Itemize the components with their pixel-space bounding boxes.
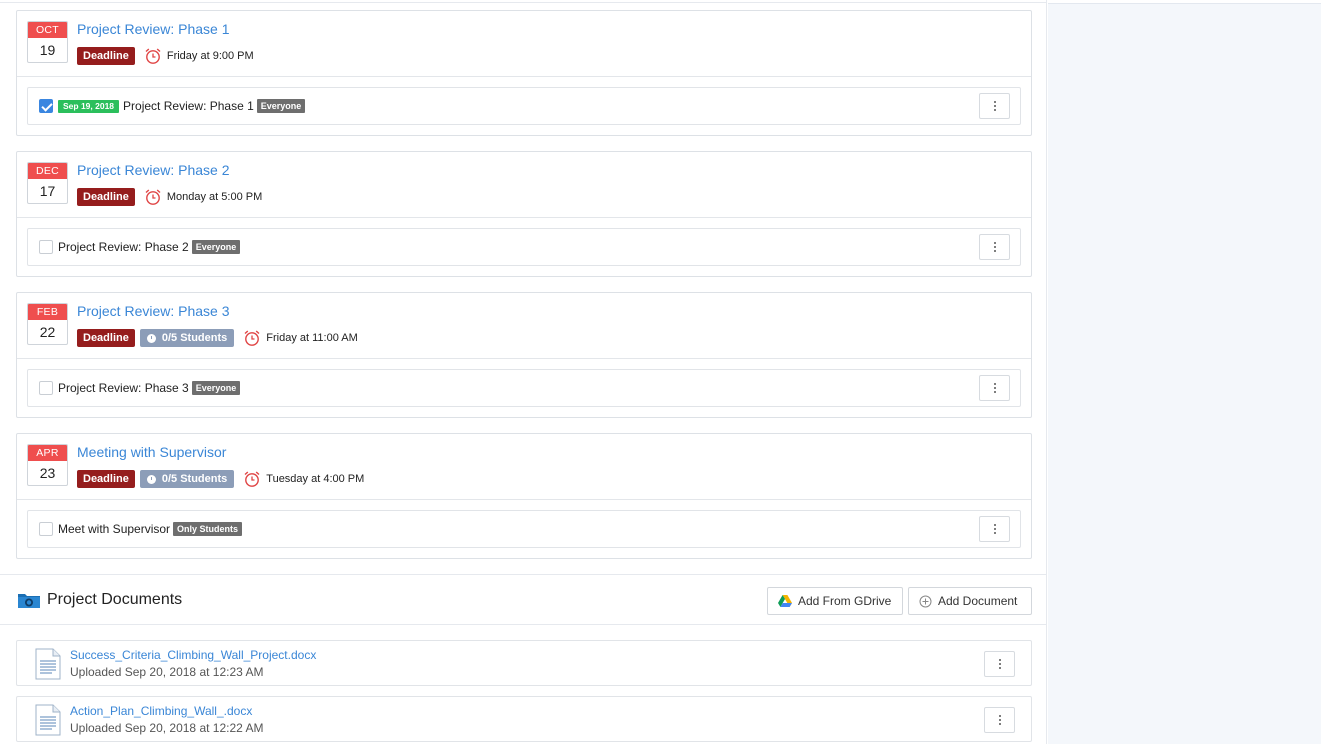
document-row: Success_Criteria_Climbing_Wall_Project.d… [16, 640, 1032, 686]
document-upload-info: Uploaded Sep 20, 2018 at 12:23 AM [70, 665, 264, 679]
folder-icon [18, 594, 40, 608]
calendar-month: APR [28, 445, 67, 461]
task-name: Meet with Supervisor [58, 522, 171, 536]
google-drive-icon [778, 595, 792, 607]
completed-date-badge: Sep 19, 2018 [58, 99, 120, 113]
event-title-link[interactable]: Project Review: Phase 1 [77, 21, 230, 37]
event-header: OCT 19 Project Review: Phase 1 Deadline … [17, 11, 1031, 77]
task-menu-button[interactable] [979, 234, 1010, 260]
event-card: DEC 17 Project Review: Phase 2 Deadline … [16, 151, 1032, 277]
calendar-month: DEC [28, 163, 67, 179]
alarm-clock-icon [145, 189, 161, 205]
section-divider [0, 624, 1047, 625]
alarm-clock-icon [145, 48, 161, 64]
calendar-date-icon: FEB 22 [27, 303, 68, 345]
right-side-panel [1048, 3, 1321, 744]
add-from-gdrive-label: Add From GDrive [798, 594, 892, 608]
calendar-day: 19 [39, 42, 56, 58]
deadline-badge: Deadline [77, 188, 135, 206]
audience-badge: Everyone [256, 99, 306, 113]
students-progress-label: 0/5 Students [161, 473, 228, 485]
task-line: Project Review: Phase 3 Everyone [58, 380, 241, 396]
document-icon [35, 704, 61, 736]
section-divider [0, 574, 1047, 575]
calendar-day: 23 [39, 465, 56, 481]
plus-circle-icon [919, 595, 932, 607]
calendar-month: FEB [28, 304, 67, 320]
task-menu-button[interactable] [979, 93, 1010, 119]
add-document-button[interactable]: Add Document [908, 587, 1032, 615]
document-name-link[interactable]: Action_Plan_Climbing_Wall_.docx [70, 704, 252, 718]
event-header: FEB 22 Project Review: Phase 3 Deadline … [17, 293, 1031, 359]
document-name-link[interactable]: Success_Criteria_Climbing_Wall_Project.d… [70, 648, 316, 662]
event-title-link[interactable]: Project Review: Phase 2 [77, 162, 230, 178]
deadline-badge: Deadline [77, 329, 135, 347]
event-card: OCT 19 Project Review: Phase 1 Deadline … [16, 10, 1032, 136]
task-checkbox[interactable] [39, 99, 53, 113]
calendar-date-icon: APR 23 [27, 444, 68, 486]
alarm-clock-icon [244, 471, 260, 487]
task-row: Sep 19, 2018 Project Review: Phase 1 Eve… [27, 87, 1021, 125]
task-name: Project Review: Phase 1 [123, 99, 254, 113]
task-checkbox[interactable] [39, 522, 53, 536]
documents-title: Project Documents [47, 591, 183, 608]
event-header: APR 23 Meeting with Supervisor Deadline … [17, 434, 1031, 500]
document-menu-button[interactable] [984, 651, 1015, 677]
event-time: Tuesday at 4:00 PM [266, 473, 365, 485]
event-meta: Deadline Friday at 9:00 PM [77, 47, 254, 65]
students-progress-label: 0/5 Students [161, 332, 228, 344]
event-meta: Deadline Monday at 5:00 PM [77, 188, 262, 206]
task-line: Sep 19, 2018 Project Review: Phase 1 Eve… [58, 98, 306, 114]
document-row: Action_Plan_Climbing_Wall_.docx Uploaded… [16, 696, 1032, 742]
event-card: FEB 22 Project Review: Phase 3 Deadline … [16, 292, 1032, 418]
students-progress-badge: 0/5 Students [139, 470, 235, 488]
event-time: Friday at 9:00 PM [166, 50, 254, 62]
event-title-link[interactable]: Meeting with Supervisor [77, 444, 226, 460]
audience-badge: Everyone [191, 381, 241, 395]
event-title-link[interactable]: Project Review: Phase 3 [77, 303, 230, 319]
task-row: Project Review: Phase 2 Everyone [27, 228, 1021, 266]
task-line: Project Review: Phase 2 Everyone [58, 239, 241, 255]
deadline-badge: Deadline [77, 47, 135, 65]
students-progress-badge: 0/5 Students [139, 329, 235, 347]
deadline-badge: Deadline [77, 470, 135, 488]
add-document-label: Add Document [938, 594, 1018, 608]
calendar-day: 22 [39, 324, 56, 340]
calendar-day: 17 [39, 183, 56, 199]
event-card: APR 23 Meeting with Supervisor Deadline … [16, 433, 1032, 559]
document-menu-button[interactable] [984, 707, 1015, 733]
clock-icon [146, 474, 156, 484]
task-row: Project Review: Phase 3 Everyone [27, 369, 1021, 407]
event-time: Friday at 11:00 AM [266, 332, 358, 344]
main-content: OCT 19 Project Review: Phase 1 Deadline … [0, 0, 1047, 744]
document-icon [35, 648, 61, 680]
calendar-month: OCT [28, 22, 67, 38]
task-row: Meet with Supervisor Only Students [27, 510, 1021, 548]
event-meta: Deadline 0/5 Students Friday at 11:00 AM [77, 329, 358, 347]
event-meta: Deadline 0/5 Students Tuesday at 4:00 PM [77, 470, 364, 488]
task-checkbox[interactable] [39, 381, 53, 395]
document-upload-info: Uploaded Sep 20, 2018 at 12:22 AM [70, 721, 264, 735]
task-checkbox[interactable] [39, 240, 53, 254]
task-menu-button[interactable] [979, 516, 1010, 542]
calendar-date-icon: DEC 17 [27, 162, 68, 204]
task-line: Meet with Supervisor Only Students [58, 521, 243, 537]
event-time: Monday at 5:00 PM [166, 191, 263, 203]
audience-badge: Everyone [191, 240, 241, 254]
task-menu-button[interactable] [979, 375, 1010, 401]
clock-icon [146, 333, 156, 343]
documents-header: Project Documents Add From GDrive Add Do… [16, 587, 1032, 615]
top-divider [0, 2, 1047, 3]
event-header: DEC 17 Project Review: Phase 2 Deadline … [17, 152, 1031, 218]
add-from-gdrive-button[interactable]: Add From GDrive [767, 587, 903, 615]
audience-badge: Only Students [173, 522, 243, 536]
alarm-clock-icon [244, 330, 260, 346]
calendar-date-icon: OCT 19 [27, 21, 68, 63]
task-name: Project Review: Phase 3 [58, 381, 189, 395]
task-name: Project Review: Phase 2 [58, 240, 189, 254]
